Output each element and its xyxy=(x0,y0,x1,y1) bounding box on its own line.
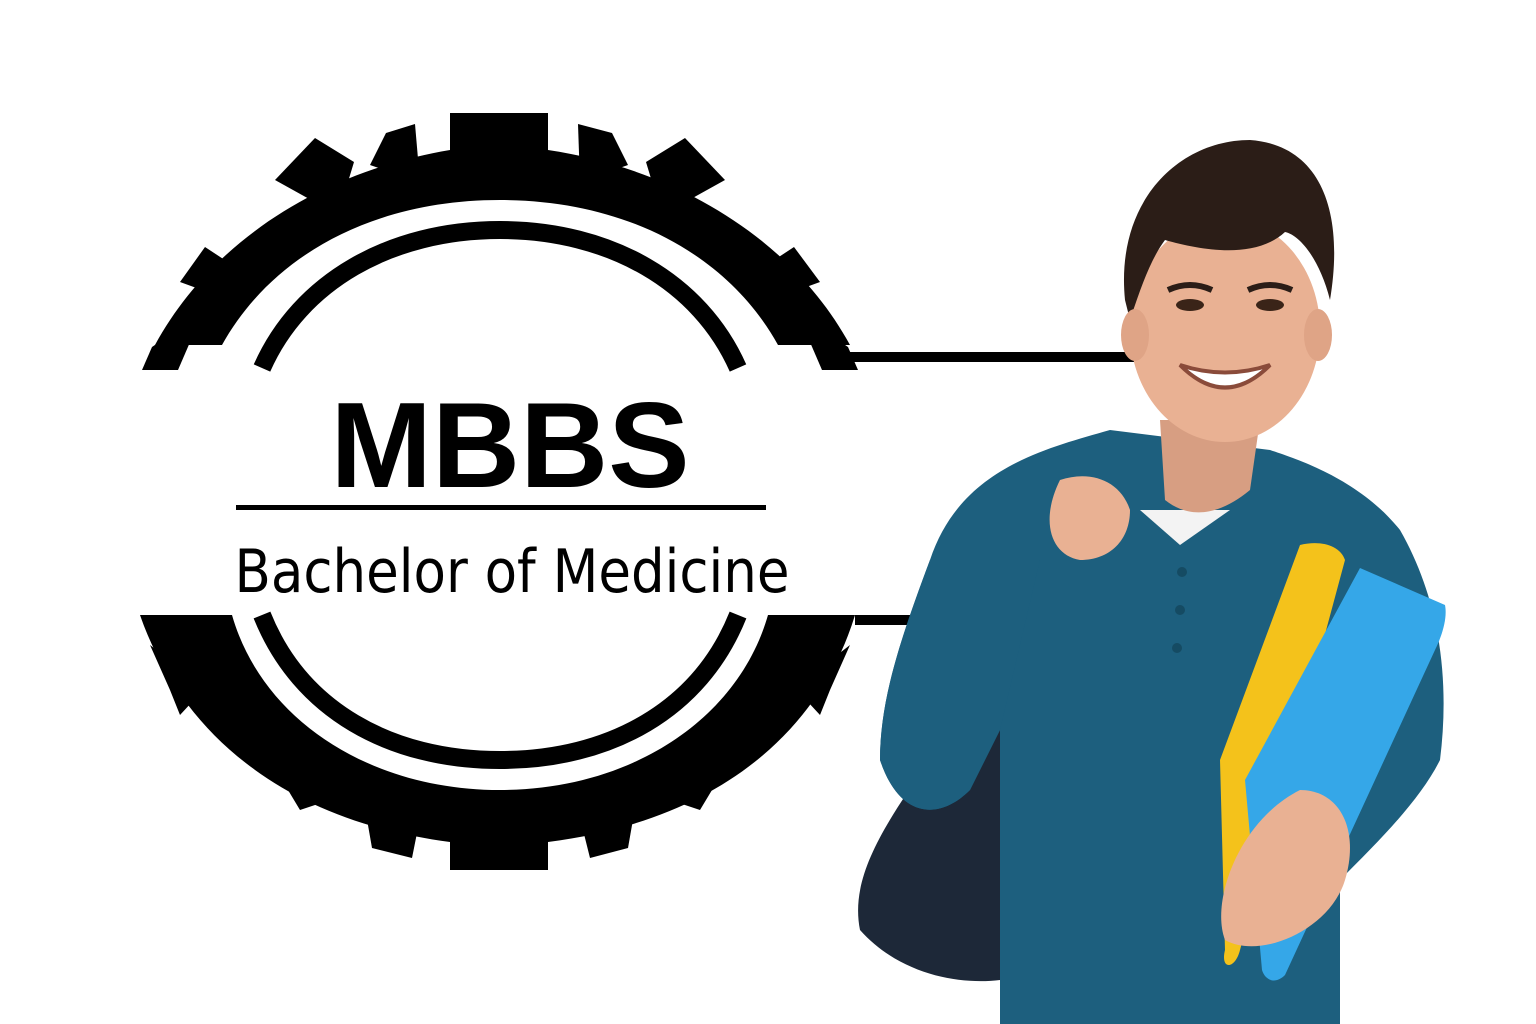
image-canvas: MBBS Bachelor of Medicine xyxy=(0,0,1536,1024)
shirt-button xyxy=(1172,643,1182,653)
mbbs-composition: MBBS Bachelor of Medicine xyxy=(140,113,1446,1024)
student-figure xyxy=(858,140,1446,1024)
logo-subtitle: Bachelor of Medicine xyxy=(235,537,790,607)
shirt-button xyxy=(1177,567,1187,577)
eye xyxy=(1176,299,1204,311)
eye xyxy=(1256,299,1284,311)
ear xyxy=(1121,309,1149,361)
face xyxy=(1130,218,1320,442)
shirt-button xyxy=(1175,605,1185,615)
logo-title: MBBS xyxy=(330,377,689,513)
gear-lower-half xyxy=(140,611,855,870)
ear xyxy=(1304,309,1332,361)
top-connector-line xyxy=(830,352,1150,362)
gear-upper-half xyxy=(142,113,858,372)
